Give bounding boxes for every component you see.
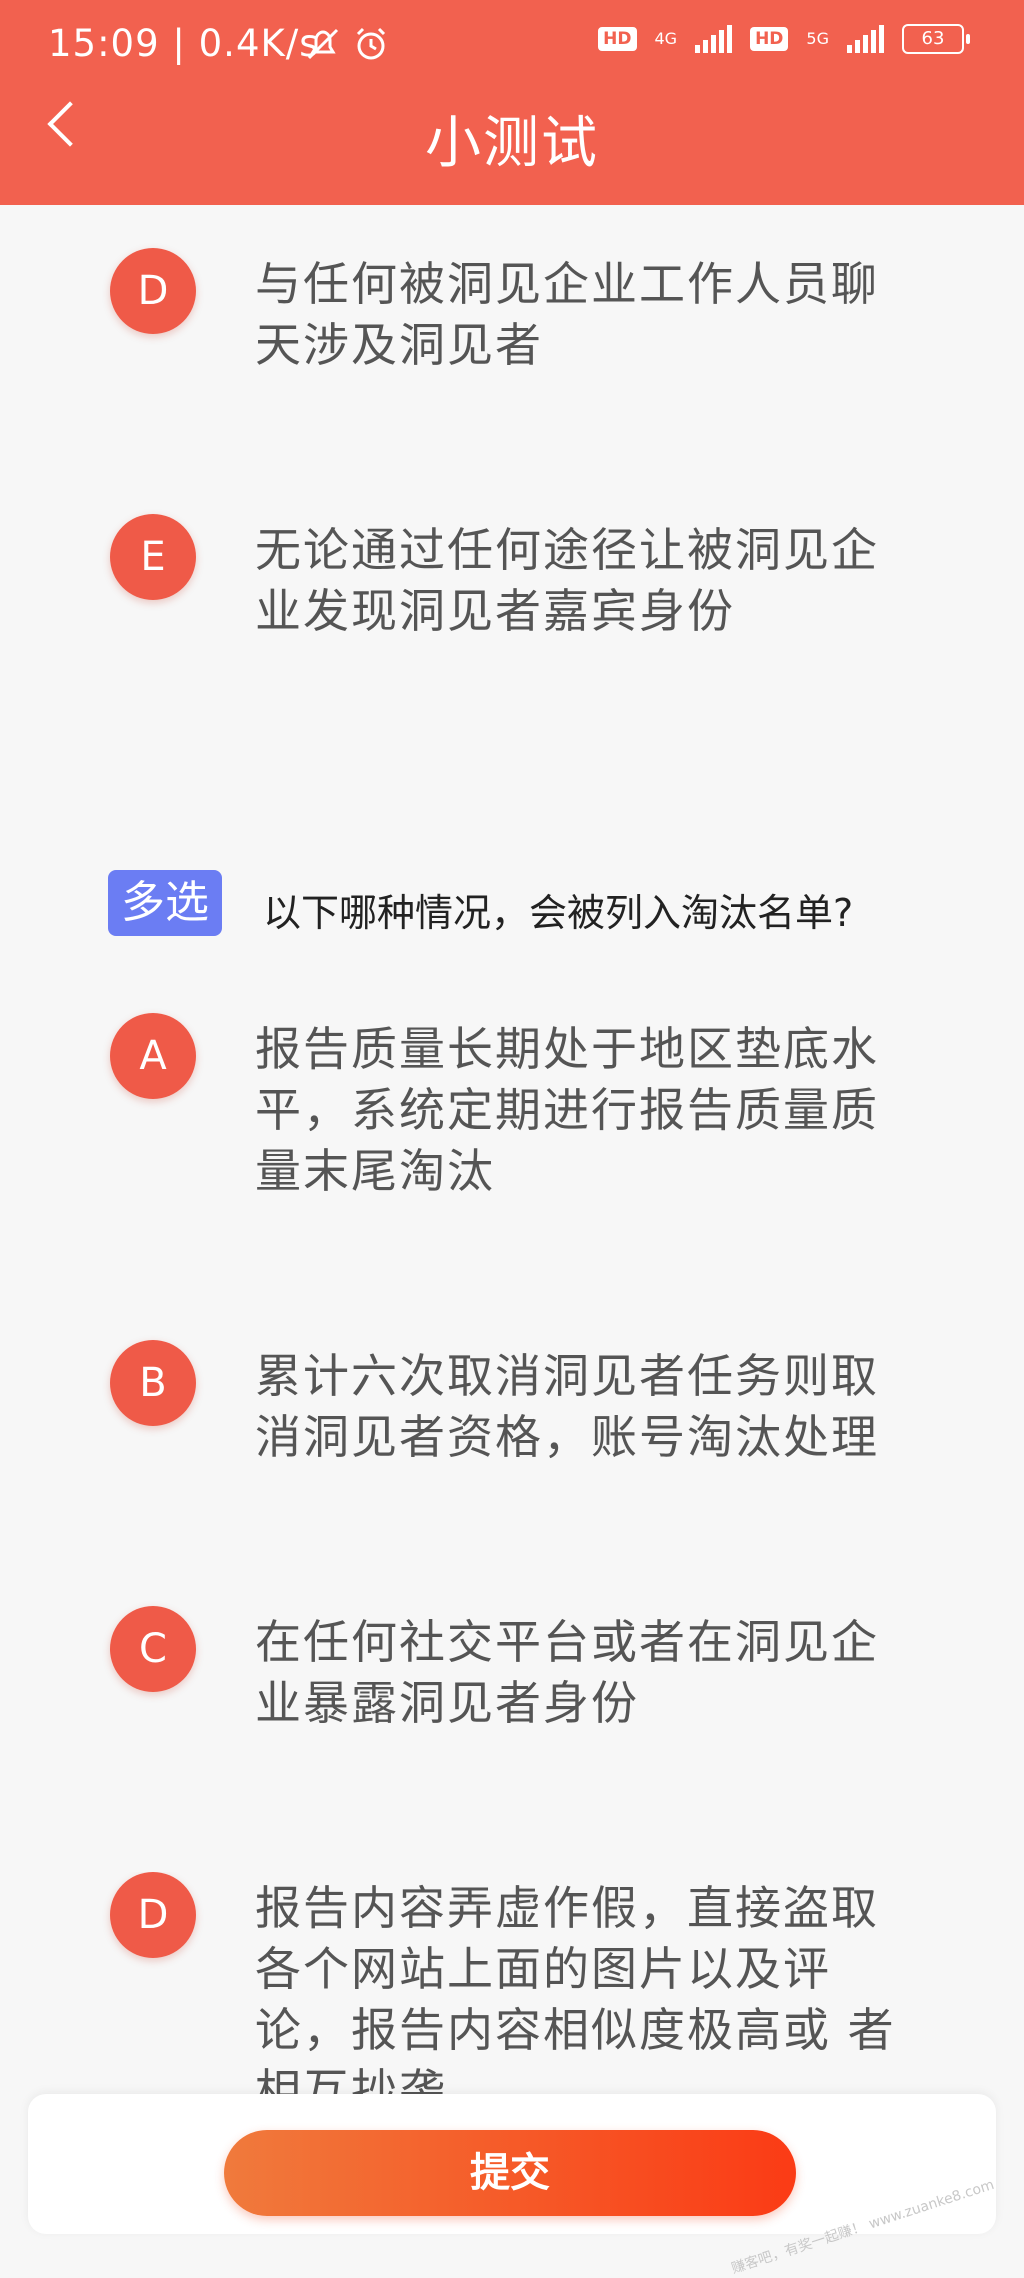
question-text: 以下哪种情况，会被列入淘汰名单? xyxy=(263,891,854,935)
hd-badge: HD xyxy=(598,27,637,51)
hd-badge-2: HD xyxy=(750,27,789,51)
notifications-muted-icon xyxy=(307,28,339,60)
page-title: 小测试 xyxy=(425,111,599,176)
option-letter-badge: A xyxy=(110,1013,196,1099)
option-text: 在任何社交平台或者在洞见企业暴露洞见者身份 xyxy=(255,1615,879,1730)
status-bar-time: 15:09 | 0.4K/s xyxy=(48,22,320,65)
multi-select-badge: 多选 xyxy=(108,870,222,936)
option-letter-badge: E xyxy=(110,514,196,600)
question-header: 多选 以下哪种情况，会被列入淘汰名单? xyxy=(108,870,1008,940)
option-text: 无论通过任何途径让被洞见企业发现洞见者嘉宾身份 xyxy=(255,523,879,638)
submit-bar: 提交 xyxy=(28,2094,996,2234)
network-5g-label: 5G xyxy=(806,29,829,48)
network-4g-label: 4G xyxy=(654,29,678,48)
option-text: 报告内容弄虚作假，直接盗取各个网站上面的图片以及评论，报告内容相似度极高或 者相… xyxy=(255,1881,896,2094)
header-bar: 15:09 | 0.4K/s HD 4G HD 5G 63 小测试 xyxy=(0,0,1024,205)
option-text: 累计六次取消洞见者任务则取消洞见者资格，账号淘汰处理 xyxy=(255,1349,879,1464)
option-text: 报告质量长期处于地区垫底水平，系统定期进行报告质量质量末尾淘汰 xyxy=(255,1022,879,1198)
alarm-icon xyxy=(356,27,386,60)
option-letter-badge: B xyxy=(110,1340,196,1426)
option-row-d[interactable]: D 报告内容弄虚作假，直接盗取各个网站上面的图片以及评论，报告内容相似度极高或 … xyxy=(0,1872,1024,2094)
option-text: 与任何被洞见企业工作人员聊天涉及洞见者 xyxy=(255,257,879,372)
option-letter-badge: C xyxy=(110,1606,196,1692)
submit-button[interactable]: 提交 xyxy=(224,2130,796,2216)
option-letter-badge: D xyxy=(110,248,196,334)
option-letter-badge: D xyxy=(110,1872,196,1958)
status-icons-left xyxy=(305,26,389,62)
status-icons-right: HD 4G HD 5G 63 xyxy=(598,24,970,54)
signal-icon xyxy=(695,25,733,53)
battery-icon: 63 xyxy=(902,24,970,54)
signal-icon-2 xyxy=(847,25,884,53)
